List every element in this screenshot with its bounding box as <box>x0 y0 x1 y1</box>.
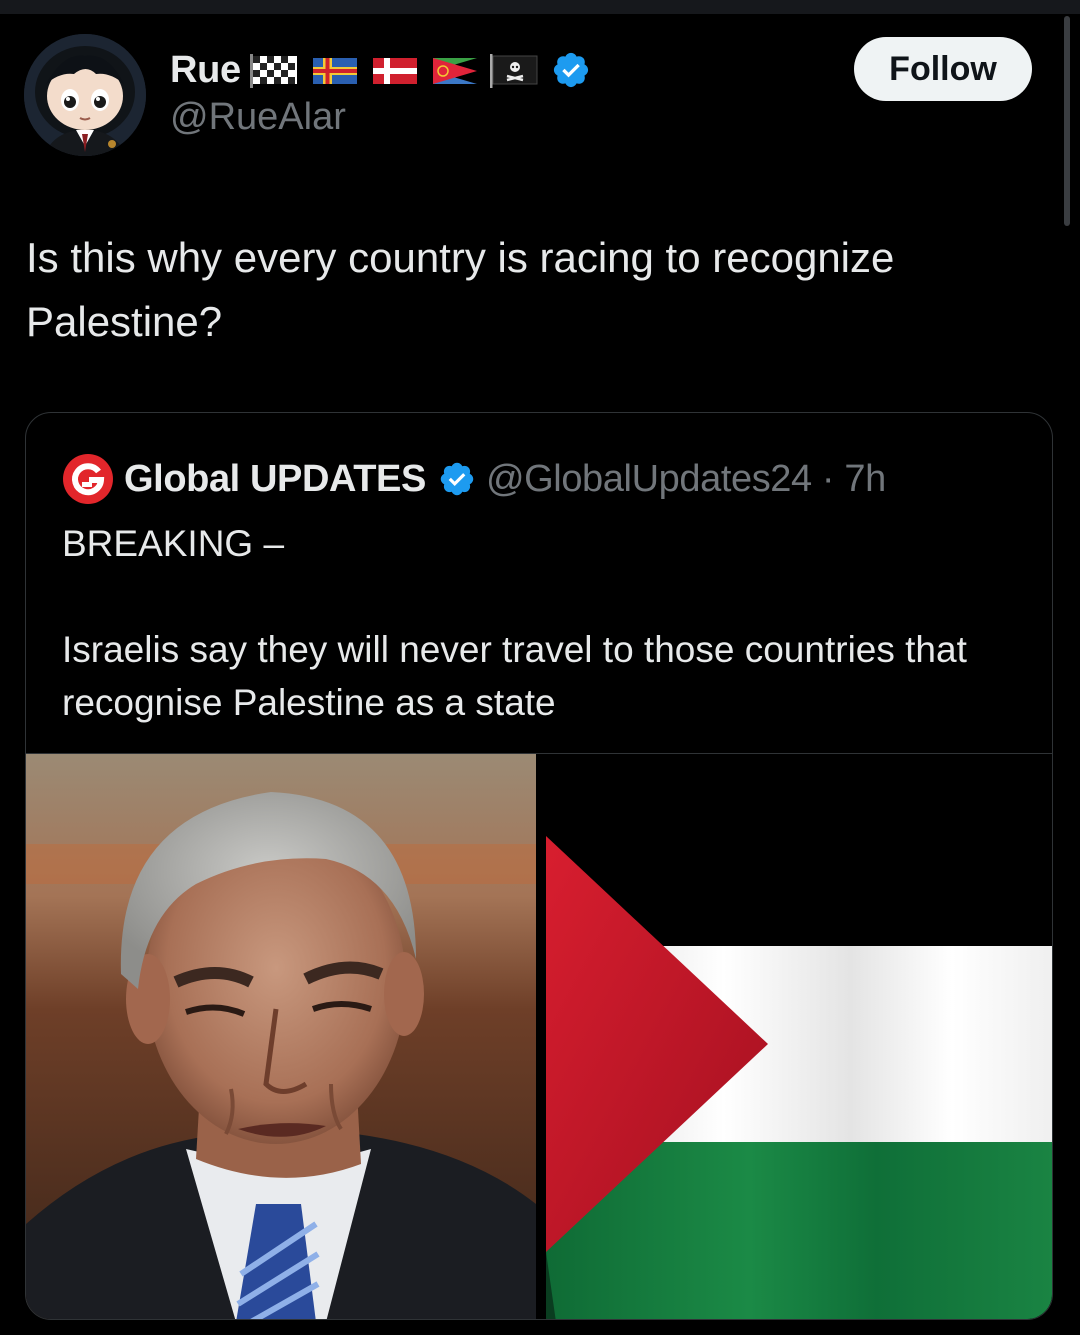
author-name-row: Rue <box>170 44 591 96</box>
man-in-suit-image <box>26 754 536 1319</box>
quoted-tweet-card[interactable]: Global UPDATES @GlobalUpdates24 · 7h BRE… <box>25 412 1053 1320</box>
verified-badge-icon[interactable] <box>551 50 591 90</box>
checkered-flag-icon <box>249 54 297 88</box>
author-display-name[interactable]: Rue <box>170 49 241 92</box>
global-updates-logo-icon[interactable] <box>62 453 114 505</box>
quoted-handle-time: @GlobalUpdates24 · 7h <box>485 457 886 500</box>
verified-badge-icon[interactable] <box>438 460 476 498</box>
avatar[interactable] <box>24 34 146 156</box>
quoted-media-grid <box>26 753 1052 1319</box>
quoted-author-name[interactable]: Global UPDATES <box>124 458 426 501</box>
aland-flag-icon <box>312 58 357 84</box>
scrollbar[interactable] <box>1064 16 1070 226</box>
palestinian-flag-image <box>546 754 1052 1319</box>
quoted-tweet-header: Global UPDATES @GlobalUpdates24 · 7h <box>62 453 886 505</box>
follow-button[interactable]: Follow <box>854 37 1032 101</box>
eritrea-flag-icon <box>432 58 477 84</box>
top-bar <box>0 0 1080 14</box>
denmark-flag-icon <box>372 58 417 84</box>
palestinian-flag-photo[interactable] <box>546 754 1052 1319</box>
man-in-suit-photo[interactable] <box>26 754 536 1319</box>
pirate-flag-icon <box>489 54 538 88</box>
quoted-tweet-text: BREAKING – Israelis say they will never … <box>62 523 967 723</box>
tweet-text: Is this why every country is racing to r… <box>26 234 907 345</box>
author-handle[interactable]: @RueAlar <box>170 96 346 139</box>
anime-avatar-image <box>24 34 146 156</box>
